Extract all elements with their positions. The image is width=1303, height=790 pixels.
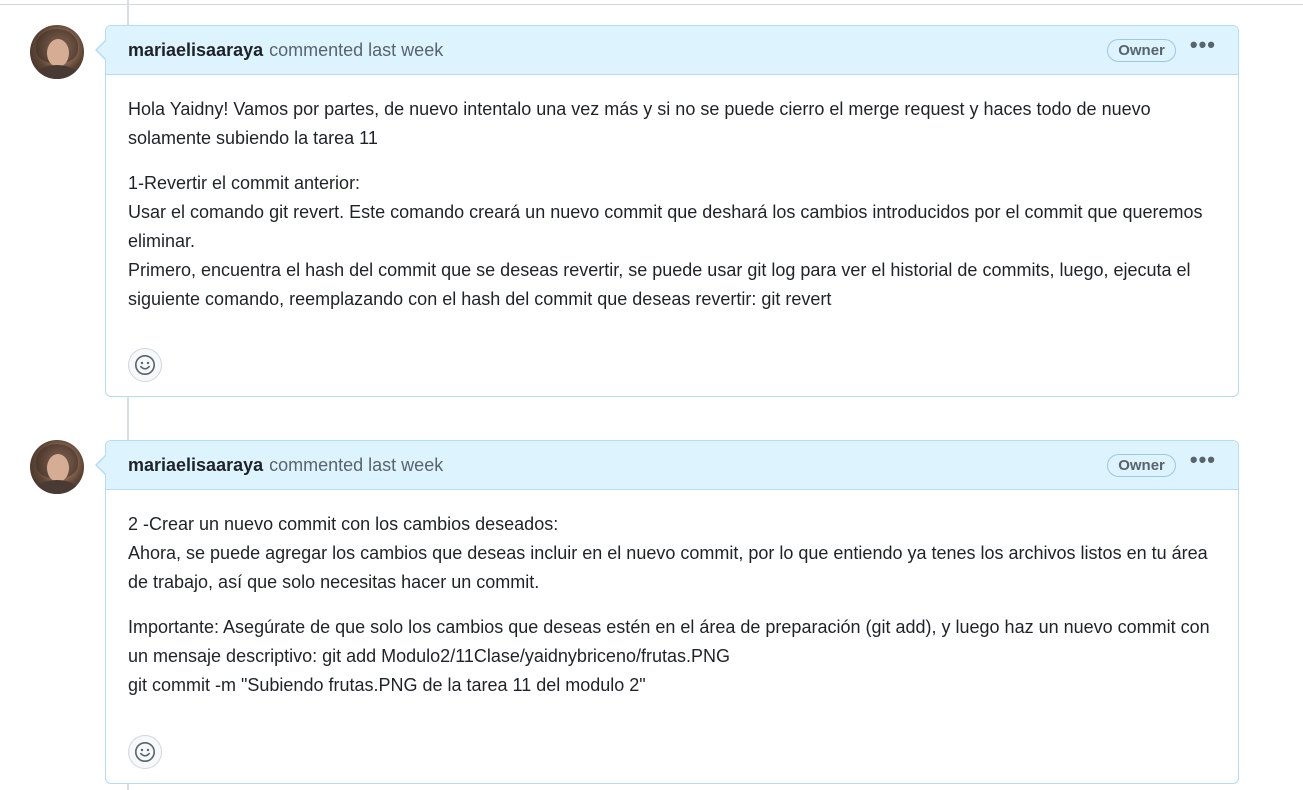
avatar[interactable]	[30, 25, 84, 79]
comment-timestamp[interactable]: commented last week	[269, 455, 443, 476]
owner-badge: Owner	[1107, 38, 1176, 62]
avatar-shoulders	[34, 65, 80, 79]
reaction-row	[106, 727, 184, 783]
comment-author-link[interactable]: mariaelisaaraya	[128, 40, 263, 61]
top-divider	[0, 4, 1303, 5]
add-reaction-button[interactable]	[128, 348, 162, 382]
comment-line: Ahora, se puede agregar los cambios que …	[128, 543, 1208, 592]
comment-timestamp[interactable]: commented last week	[269, 40, 443, 61]
add-reaction-button[interactable]	[128, 735, 162, 769]
header-pointer-fill	[97, 40, 107, 60]
kebab-horizontal-icon[interactable]: •••	[1190, 34, 1216, 66]
comment-paragraph: 1-Revertir el commit anterior: Usar el c…	[128, 169, 1216, 314]
comment-body: 2 -Crear un nuevo commit con los cambios…	[106, 490, 1238, 700]
comment-paragraph: Hola Yaidny! Vamos por partes, de nuevo …	[128, 95, 1216, 153]
comment-card: mariaelisaaraya commented last week Owne…	[95, 25, 1239, 397]
comment-line: git commit -m "Subiendo frutas.PNG de la…	[128, 675, 646, 695]
comment-line: 1-Revertir el commit anterior:	[128, 173, 361, 193]
comment-line: Usar el comando git revert. Este comando…	[128, 202, 1203, 251]
kebab-horizontal-icon[interactable]: •••	[1190, 449, 1216, 481]
comment-line: 2 -Crear un nuevo commit con los cambios…	[128, 514, 559, 534]
comment-line: Primero, encuentra el hash del commit qu…	[128, 260, 1191, 309]
avatar-face	[47, 39, 69, 67]
comment-line: Hola Yaidny! Vamos por partes, de nuevo …	[128, 99, 1151, 148]
reaction-row	[106, 340, 184, 396]
timeline: mariaelisaaraya commented last week Owne…	[0, 0, 1303, 790]
comment-paragraph: Importante: Asegúrate de que solo los ca…	[128, 613, 1216, 700]
smiley-icon	[135, 742, 155, 762]
smiley-icon	[135, 355, 155, 375]
comment-author-link[interactable]: mariaelisaaraya	[128, 455, 263, 476]
owner-badge: Owner	[1107, 453, 1176, 477]
comment-header: mariaelisaaraya commented last week Owne…	[95, 441, 1238, 490]
comment-paragraph: 2 -Crear un nuevo commit con los cambios…	[128, 510, 1216, 597]
avatar-shoulders	[34, 480, 80, 494]
comment-header: mariaelisaaraya commented last week Owne…	[95, 26, 1238, 75]
avatar-face	[47, 454, 69, 482]
avatar[interactable]	[30, 440, 84, 494]
header-pointer-fill	[97, 455, 107, 475]
comment-card: mariaelisaaraya commented last week Owne…	[95, 440, 1239, 784]
comment-line: Importante: Asegúrate de que solo los ca…	[128, 617, 1210, 666]
comment-body: Hola Yaidny! Vamos por partes, de nuevo …	[106, 75, 1238, 314]
